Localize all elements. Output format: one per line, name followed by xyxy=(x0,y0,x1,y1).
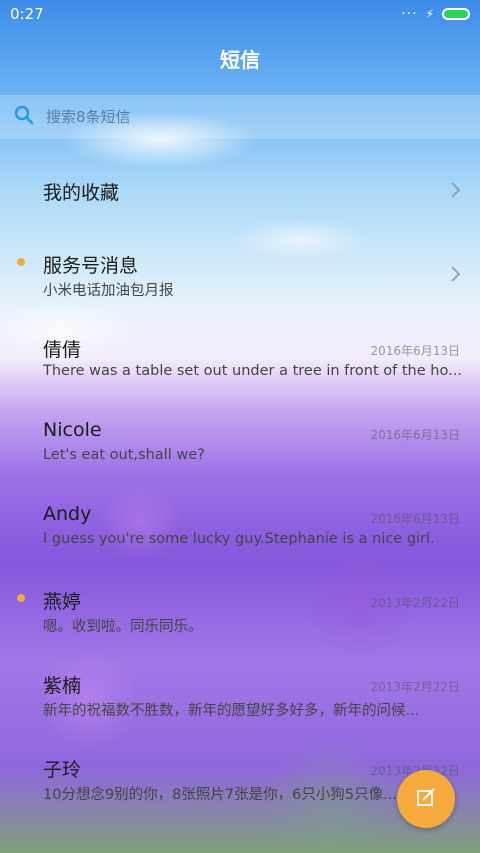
message-date: 2013年2月22日 xyxy=(370,596,460,610)
compose-button[interactable] xyxy=(397,770,455,828)
battery-icon xyxy=(442,8,470,20)
message-date: 2016年6月13日 xyxy=(370,344,460,358)
contact-name: 倩倩 xyxy=(43,339,82,361)
status-time: 0:27 xyxy=(10,5,44,23)
search-icon xyxy=(14,105,34,129)
conversation-row[interactable]: 倩倩 2016年6月13日 There was a table set out … xyxy=(0,316,480,400)
favorites-row[interactable]: 我的收藏 xyxy=(0,148,480,232)
search-bar[interactable] xyxy=(0,95,480,139)
message-date: 2013年2月22日 xyxy=(370,680,460,694)
message-preview: 嗯。收到啦。同乐同乐。 xyxy=(43,619,203,635)
chevron-right-icon xyxy=(451,266,461,282)
message-date: 2016年6月13日 xyxy=(370,428,460,442)
status-bar: 0:27 ··· ⚡ xyxy=(0,0,480,28)
service-preview: 小米电话加油包月报 xyxy=(43,283,174,299)
unread-indicator xyxy=(17,258,25,266)
favorites-label: 我的收藏 xyxy=(43,182,120,204)
message-date: 2016年6月13日 xyxy=(370,512,460,526)
message-preview: There was a table set out under a tree i… xyxy=(43,363,462,379)
charging-icon: ⚡ xyxy=(425,7,434,21)
conversation-row[interactable]: Nicole 2016年6月13日 Let's eat out,shall we… xyxy=(0,400,480,484)
service-messages-row[interactable]: 服务号消息 小米电话加油包月报 xyxy=(0,232,480,316)
contact-name: 燕婷 xyxy=(43,591,82,613)
conversation-row[interactable]: Andy 2016年6月13日 I guess you're some luck… xyxy=(0,484,480,568)
message-preview: I guess you're some lucky guy.Stephanie … xyxy=(43,531,435,547)
service-name: 服务号消息 xyxy=(43,255,139,277)
page-title: 短信 xyxy=(220,48,260,72)
unread-indicator xyxy=(17,594,25,602)
compose-icon xyxy=(415,786,437,812)
message-preview: Let's eat out,shall we? xyxy=(43,447,205,463)
conversation-row[interactable]: 紫楠 2013年2月22日 新年的祝福数不胜数，新年的愿望好多好多，新年的问候.… xyxy=(0,652,480,736)
message-preview: 新年的祝福数不胜数，新年的愿望好多好多，新年的问候... xyxy=(43,703,420,719)
contact-name: 紫楠 xyxy=(43,675,82,697)
contact-name: 子玲 xyxy=(43,759,82,781)
search-input[interactable] xyxy=(44,107,428,127)
contact-name: Andy xyxy=(43,503,92,525)
status-icons: ··· ⚡ xyxy=(401,6,470,22)
contact-name: Nicole xyxy=(43,419,102,441)
signal-dots-icon: ··· xyxy=(401,6,418,22)
chevron-right-icon xyxy=(451,182,461,198)
conversation-row[interactable]: 燕婷 2013年2月22日 嗯。收到啦。同乐同乐。 xyxy=(0,568,480,652)
